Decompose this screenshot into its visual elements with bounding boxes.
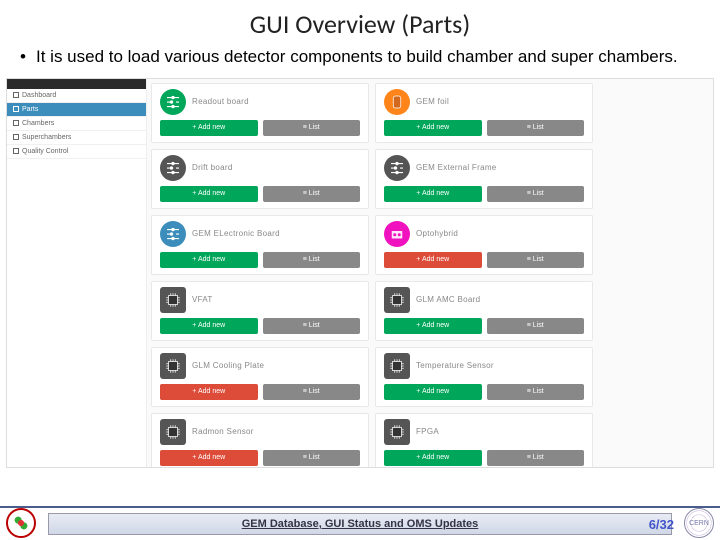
circuit-icon <box>384 155 410 181</box>
list-button[interactable]: ≡ List <box>263 450 361 466</box>
list-button[interactable]: ≡ List <box>263 318 361 334</box>
sidebar-item-label: Chambers <box>22 120 54 127</box>
add-new-button[interactable]: + Add new <box>384 450 482 466</box>
card-temperature-sensor: Temperature Sensor + Add new ≡ List <box>375 347 593 407</box>
card-optohybrid: Optohybrid + Add new ≡ List <box>375 215 593 275</box>
card-title: FPGA <box>416 427 439 436</box>
list-button[interactable]: ≡ List <box>487 318 585 334</box>
opto-icon <box>384 221 410 247</box>
card-radmon-sensor: Radmon Sensor + Add new ≡ List <box>151 413 369 467</box>
circuit-icon <box>160 155 186 181</box>
card-title: GEM External Frame <box>416 163 497 172</box>
card-title: Optohybrid <box>416 229 458 238</box>
add-new-button[interactable]: + Add new <box>160 252 258 268</box>
sidebar-item-parts[interactable]: Parts <box>7 103 146 117</box>
add-new-button[interactable]: + Add new <box>384 384 482 400</box>
sidebar-item-label: Quality Control <box>22 148 68 155</box>
checkbox-icon <box>13 134 19 140</box>
footer-bar: GEM Database, GUI Status and OMS Updates <box>48 513 672 535</box>
footer-text: GEM Database, GUI Status and OMS Updates <box>242 518 479 530</box>
card-gem-external-frame: GEM External Frame + Add new ≡ List <box>375 149 593 209</box>
list-button[interactable]: ≡ List <box>263 252 361 268</box>
checkbox-icon <box>13 92 19 98</box>
chip-icon <box>160 287 186 313</box>
add-new-button[interactable]: + Add new <box>160 450 258 466</box>
card-title: Radmon Sensor <box>192 427 254 436</box>
foil-icon <box>384 89 410 115</box>
checkbox-icon <box>13 148 19 154</box>
sidebar-item-dashboard[interactable]: Dashboard <box>7 89 146 103</box>
list-button[interactable]: ≡ List <box>487 252 585 268</box>
chip-icon <box>384 287 410 313</box>
logo-left <box>6 508 36 538</box>
sidebar: Dashboard Parts Chambers Superchambers Quali… <box>7 79 147 467</box>
list-button[interactable]: ≡ List <box>487 120 585 136</box>
card-title: GEM ELectronic Board <box>192 229 280 238</box>
list-button[interactable]: ≡ List <box>263 384 361 400</box>
card-vfat: VFAT + Add new ≡ List <box>151 281 369 341</box>
add-new-button[interactable]: + Add new <box>160 120 258 136</box>
card-title: Readout board <box>192 97 249 106</box>
cards-grid: Readout board + Add new ≡ List GEM foil + Ad… <box>147 79 713 467</box>
circuit-icon <box>160 221 186 247</box>
card-glm-cooling-plate: GLM Cooling Plate + Add new ≡ List <box>151 347 369 407</box>
card-title: Drift board <box>192 163 233 172</box>
sidebar-item-label: Parts <box>22 106 38 113</box>
bullet-text: It is used to load various detector comp… <box>0 46 720 74</box>
chip-icon <box>160 419 186 445</box>
page-number: 6/32 <box>649 517 674 532</box>
add-new-button[interactable]: + Add new <box>384 186 482 202</box>
chip-icon <box>160 353 186 379</box>
card-fpga: FPGA + Add new ≡ List <box>375 413 593 467</box>
circuit-icon <box>160 89 186 115</box>
card-drift-board: Drift board + Add new ≡ List <box>151 149 369 209</box>
card-title: GEM foil <box>416 97 449 106</box>
add-new-button[interactable]: + Add new <box>160 318 258 334</box>
add-new-button[interactable]: + Add new <box>384 318 482 334</box>
chip-icon <box>384 353 410 379</box>
slide-title: GUI Overview (Parts) <box>0 0 720 46</box>
card-readout-board: Readout board + Add new ≡ List <box>151 83 369 143</box>
slide-footer: GEM Database, GUI Status and OMS Updates… <box>0 506 720 540</box>
chip-icon <box>384 419 410 445</box>
list-button[interactable]: ≡ List <box>487 384 585 400</box>
card-gem-foil: GEM foil + Add new ≡ List <box>375 83 593 143</box>
card-title: Temperature Sensor <box>416 361 494 370</box>
card-title: GLM Cooling Plate <box>192 361 264 370</box>
app-screenshot: Dashboard Parts Chambers Superchambers Quali… <box>6 78 714 468</box>
sidebar-item-chambers[interactable]: Chambers <box>7 117 146 131</box>
sidebar-item-label: Superchambers <box>22 134 71 141</box>
list-button[interactable]: ≡ List <box>487 186 585 202</box>
add-new-button[interactable]: + Add new <box>384 120 482 136</box>
card-title: GLM AMC Board <box>416 295 480 304</box>
card-glm-amc-board: GLM AMC Board + Add new ≡ List <box>375 281 593 341</box>
card-title: VFAT <box>192 295 213 304</box>
list-button[interactable]: ≡ List <box>263 186 361 202</box>
logo-right-cern: CERN <box>684 508 714 538</box>
add-new-button[interactable]: + Add new <box>384 252 482 268</box>
card-gem-electronic-board: GEM ELectronic Board + Add new ≡ List <box>151 215 369 275</box>
sidebar-item-superchambers[interactable]: Superchambers <box>7 131 146 145</box>
checkbox-icon <box>13 120 19 126</box>
sidebar-item-label: Dashboard <box>22 92 56 99</box>
add-new-button[interactable]: + Add new <box>160 186 258 202</box>
sidebar-item-quality-control[interactable]: Quality Control <box>7 145 146 159</box>
add-new-button[interactable]: + Add new <box>160 384 258 400</box>
checkbox-icon <box>13 106 19 112</box>
sidebar-header <box>7 79 146 89</box>
list-button[interactable]: ≡ List <box>263 120 361 136</box>
list-button[interactable]: ≡ List <box>487 450 585 466</box>
